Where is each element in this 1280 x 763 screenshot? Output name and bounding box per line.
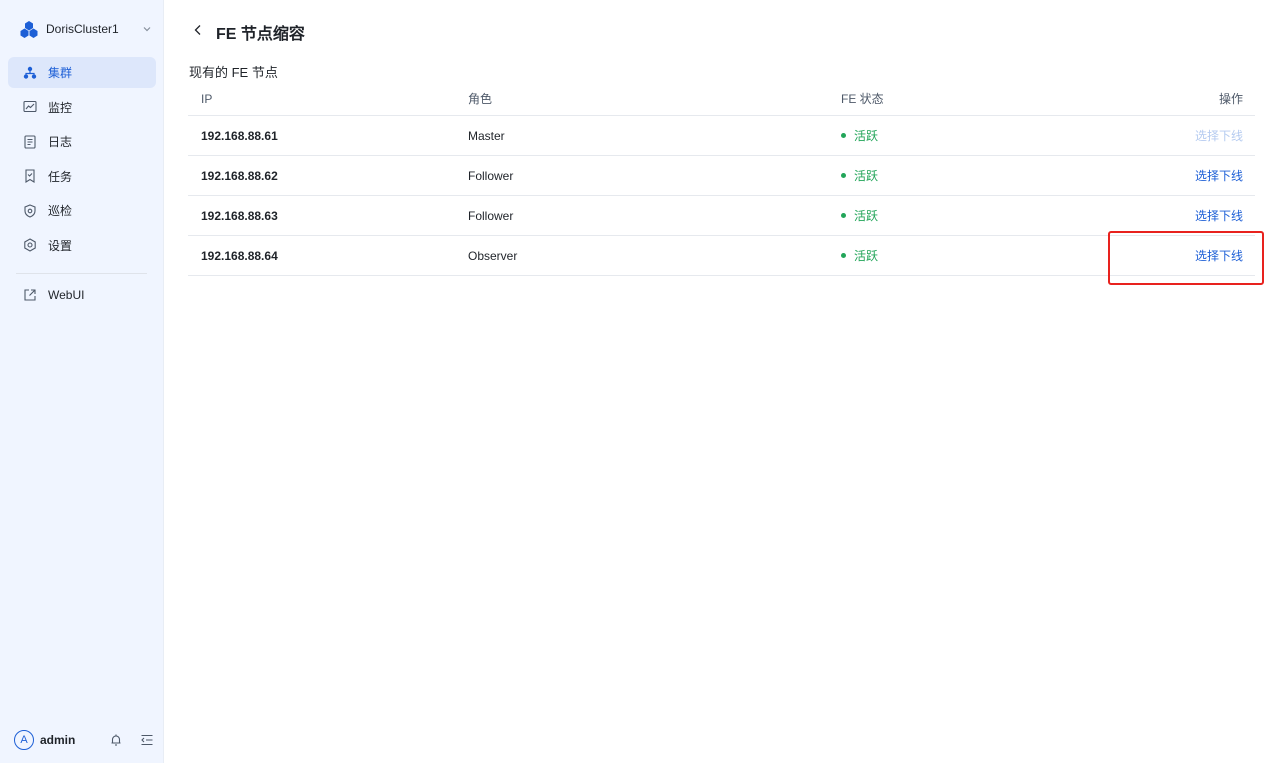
sidebar-item-monitor[interactable]: 监控 [8,92,156,123]
gear-icon [24,238,36,252]
cluster-name: DorisCluster1 [46,22,119,36]
main-content: FE 节点缩容 现有的 FE 节点 IP 角色 FE 状态 操作 192.168… [164,0,1280,763]
node-ip: 192.168.88.64 [201,248,278,263]
table-row: 192.168.88.64 Observer 活跃 选择下线 [188,236,1255,276]
select-offline-button[interactable]: 选择下线 [1195,209,1243,223]
sidebar: DorisCluster1 集群 监控 日志 任务 巡检 设置 WebUI A … [0,0,164,763]
select-offline-button[interactable]: 选择下线 [1195,129,1243,143]
status-badge: 活跃 [841,207,878,224]
sidebar-item-label: 设置 [48,238,73,253]
sidebar-nav: 集群 监控 日志 任务 巡检 设置 [8,57,156,264]
column-header-action: 操作 [1218,92,1243,106]
node-ip: 192.168.88.62 [201,168,278,183]
bell-icon[interactable] [109,733,123,747]
status-dot [841,133,846,138]
user-bar: A admin [14,729,154,751]
status-badge: 活跃 [841,167,878,184]
status-badge: 活跃 [841,127,878,144]
sidebar-item-label: 监控 [48,100,73,115]
status-dot [841,213,846,218]
node-ip: 192.168.88.61 [201,128,278,143]
sidebar-item-cluster[interactable]: 集群 [8,57,156,88]
chevron-down-icon [143,27,151,32]
status-badge: 活跃 [841,247,878,264]
sidebar-item-label: 日志 [48,135,73,149]
fe-nodes-table: IP 角色 FE 状态 操作 192.168.88.61 Master 活跃 选… [188,82,1255,276]
monitor-icon [23,100,37,113]
node-role: Observer [468,248,518,263]
node-role: Follower [468,168,514,183]
task-icon [25,169,35,183]
node-role: Master [468,128,505,143]
sidebar-item-settings[interactable]: 设置 [8,230,156,261]
page-title: FE 节点缩容 [216,26,305,43]
select-offline-button[interactable]: 选择下线 [1195,169,1243,183]
table-row: 192.168.88.63 Follower 活跃 选择下线 [188,196,1255,236]
sidebar-item-label: 集群 [48,66,73,80]
node-ip: 192.168.88.63 [201,208,278,223]
menu-fold-icon[interactable] [140,733,154,747]
column-header-status: FE 状态 [841,92,884,106]
table-row: 192.168.88.61 Master 活跃 选择下线 [188,116,1255,156]
sidebar-item-inspect[interactable]: 巡检 [8,195,156,226]
user-name[interactable]: admin [40,733,92,747]
table-row: 192.168.88.62 Follower 活跃 选择下线 [188,156,1255,196]
section-title: 现有的 FE 节点 [189,65,278,80]
sidebar-item-task[interactable]: 任务 [8,161,156,192]
cluster-logo-icon [20,21,38,38]
table-header: IP 角色 FE 状态 操作 [188,82,1255,116]
back-arrow-icon[interactable] [192,24,204,36]
sidebar-item-webui[interactable]: WebUI [8,279,156,310]
sidebar-item-label: WebUI [48,287,85,302]
avatar[interactable]: A [14,730,34,750]
sidebar-item-log[interactable]: 日志 [8,126,156,157]
select-offline-button[interactable]: 选择下线 [1195,249,1243,263]
column-header-ip: IP [201,91,213,106]
cluster-switcher[interactable]: DorisCluster1 [20,18,152,40]
log-icon [24,134,36,149]
status-dot [841,173,846,178]
sidebar-divider [16,273,147,274]
status-dot [841,253,846,258]
external-link-icon [24,288,36,301]
cluster-icon [23,66,37,79]
shield-icon [24,203,36,218]
sidebar-item-label: 巡检 [48,204,73,218]
sidebar-item-label: 任务 [48,169,73,184]
column-header-role: 角色 [468,92,493,106]
node-role: Follower [468,208,514,223]
